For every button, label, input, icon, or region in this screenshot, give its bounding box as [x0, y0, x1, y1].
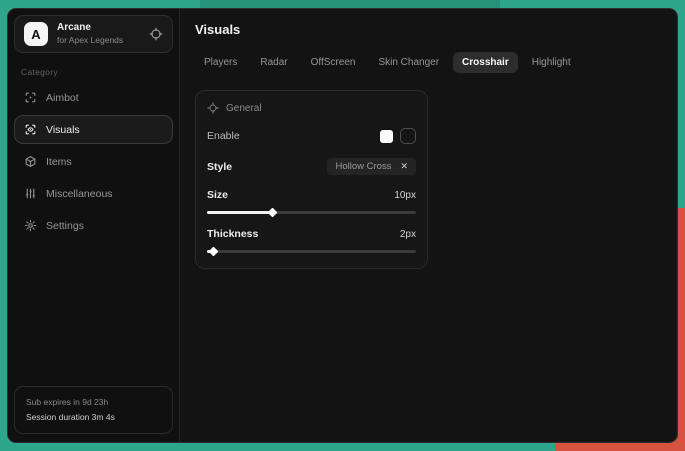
panel-title: General [226, 103, 262, 114]
size-slider-fill[interactable] [207, 211, 272, 214]
sidebar-item-label: Miscellaneous [46, 188, 113, 200]
style-label: Style [207, 161, 232, 173]
size-row: Size 10px [207, 189, 416, 201]
main-content: Visuals Players Radar OffScreen Skin Cha… [180, 9, 677, 442]
sidebar-item-label: Items [46, 156, 72, 168]
settings-icon [24, 219, 37, 232]
sidebar-item-items[interactable]: Items [14, 147, 173, 176]
app-window: A Arcane for Apex Legends Category [7, 8, 678, 443]
tab-bar: Players Radar OffScreen Skin Changer Cro… [195, 52, 662, 73]
session-duration-text: Session duration 3m 4s [26, 410, 161, 425]
app-header-card: A Arcane for Apex Legends [14, 15, 173, 53]
size-value: 10px [394, 190, 416, 201]
sidebar-item-label: Visuals [46, 124, 80, 136]
enable-checkbox[interactable] [380, 130, 393, 143]
tab-radar[interactable]: Radar [251, 52, 296, 73]
sidebar-item-label: Aimbot [46, 92, 79, 104]
items-icon [24, 155, 37, 168]
tab-highlight[interactable]: Highlight [523, 52, 580, 73]
page-title: Visuals [195, 22, 662, 37]
aimbot-icon [24, 91, 37, 104]
miscellaneous-icon [24, 187, 37, 200]
app-subtitle: for Apex Legends [57, 35, 123, 46]
sub-expires-text: Sub expires in 9d 23h [26, 395, 161, 410]
size-slider[interactable] [207, 211, 416, 214]
sidebar-item-visuals[interactable]: Visuals [14, 115, 173, 144]
tab-crosshair[interactable]: Crosshair [453, 52, 518, 73]
panel-header: General [207, 102, 416, 114]
size-label: Size [207, 189, 228, 201]
thickness-label: Thickness [207, 228, 258, 240]
sidebar-item-miscellaneous[interactable]: Miscellaneous [14, 179, 173, 208]
sidebar: A Arcane for Apex Legends Category [8, 9, 180, 442]
app-logo: A [24, 22, 48, 46]
general-panel: General Enable Style Hollow Cross ✕ Size… [195, 90, 428, 269]
thickness-slider[interactable] [207, 250, 416, 253]
crosshair-general-icon [207, 102, 219, 114]
sidebar-item-aimbot[interactable]: Aimbot [14, 83, 173, 112]
thickness-row: Thickness 2px [207, 228, 416, 240]
category-label: Category [21, 67, 173, 77]
sidebar-item-label: Settings [46, 220, 84, 232]
app-name: Arcane [57, 22, 123, 35]
enable-row: Enable [207, 128, 416, 144]
sidebar-item-settings[interactable]: Settings [14, 211, 173, 240]
app-meta: Arcane for Apex Legends [57, 22, 123, 45]
style-row: Style Hollow Cross ✕ [207, 158, 416, 175]
style-select-value: Hollow Cross [335, 161, 391, 172]
tab-skin-changer[interactable]: Skin Changer [369, 52, 448, 73]
thickness-slider-fill[interactable] [207, 250, 213, 253]
subscription-info-card: Sub expires in 9d 23h Session duration 3… [14, 386, 173, 434]
enable-keybind-box[interactable] [400, 128, 416, 144]
visuals-icon [24, 123, 37, 136]
thickness-value: 2px [400, 229, 416, 240]
clear-icon[interactable]: ✕ [400, 161, 408, 172]
target-icon[interactable] [149, 27, 163, 41]
enable-label: Enable [207, 130, 240, 142]
tab-players[interactable]: Players [195, 52, 246, 73]
tab-offscreen[interactable]: OffScreen [302, 52, 365, 73]
enable-controls [380, 128, 416, 144]
style-select[interactable]: Hollow Cross ✕ [327, 158, 416, 175]
